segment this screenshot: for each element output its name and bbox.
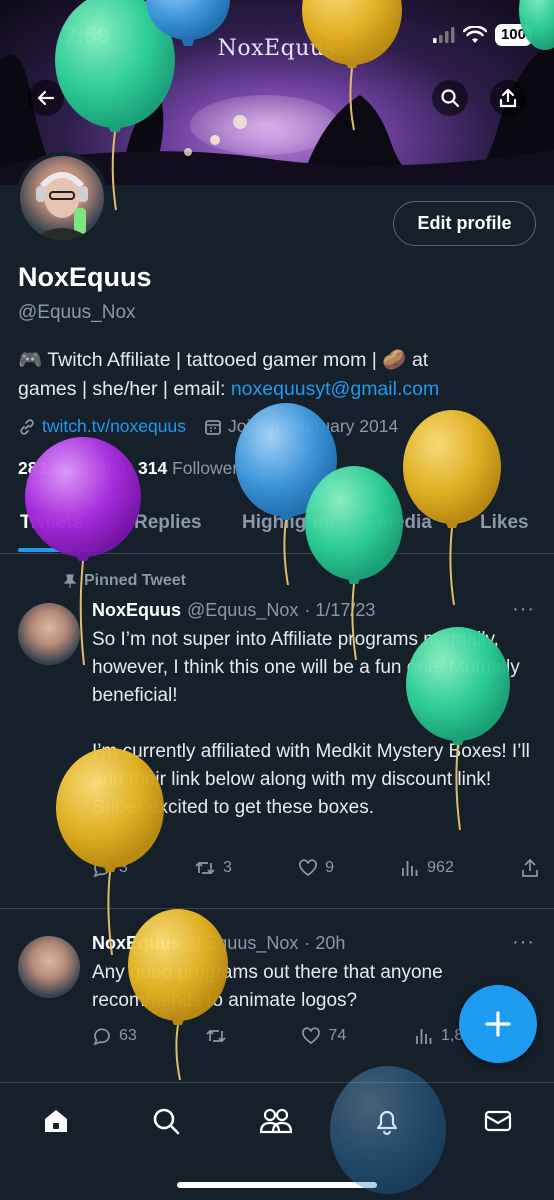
battery-indicator: 100 [494,24,532,46]
back-arrow-icon [37,90,55,106]
tweet-time: · 20h [304,933,346,953]
bio-line-2: games | she/her | email: noxequusyt@gmai… [18,375,538,404]
retweet-count: 3 [223,859,232,876]
nav-communities[interactable] [256,1101,296,1141]
bio-line-2-text: games | she/her | email: [18,378,231,400]
share-button[interactable] [490,80,526,116]
status-time: 7:59 [64,22,111,48]
search-icon [153,1108,180,1135]
tab-media[interactable]: Media [378,512,432,534]
website-link[interactable]: twitch.tv/noxequus [42,416,186,437]
search-button[interactable] [432,80,468,116]
share-icon [522,858,538,877]
pinned-text: Pinned Tweet [84,572,186,589]
tweet-author-handle: @Equus_Nox [187,933,299,953]
reply-button[interactable]: 63 [92,1026,137,1046]
link-icon [20,418,34,435]
heart-icon [302,1027,321,1045]
views-button[interactable]: 962 [400,858,454,878]
profile-handle: @Equus_Nox [18,302,136,323]
compose-tweet-button[interactable] [459,985,537,1063]
avatar-photo [32,172,92,240]
share-icon [499,88,517,108]
tweet-header: NoxEquus @Equus_Nox · 1/17/23 [92,600,375,621]
share-tweet-button[interactable] [520,858,540,878]
retweet-button[interactable] [205,1026,234,1046]
reply-icon [93,1028,110,1046]
edit-profile-button[interactable]: Edit profile [393,201,536,246]
pin-icon [63,574,77,588]
profile-tabs: Tweets Replies Highlights Media Likes [0,500,554,554]
bell-icon [376,1110,398,1136]
joined-date: Joined February 2014 [227,416,399,436]
following-label: Following [52,458,127,478]
retweet-button[interactable]: 3 [194,858,232,878]
status-icons: 100 [432,24,532,46]
tweet-header: NoxEquus @Equus_Nox · 20h [92,933,345,954]
heart-icon [299,859,317,877]
view-count: 962 [427,859,454,876]
display-name: NoxEquus [18,262,152,292]
mail-icon [484,1110,512,1132]
website-item[interactable]: twitch.tv/noxequus [18,416,186,437]
calendar-icon [205,419,221,435]
following-count: 282 [18,458,48,478]
pinned-label: Pinned Tweet [62,572,186,590]
tweet-actions: 3 3 9 962 [92,858,540,878]
followers-count: 314 [138,458,168,478]
bio-email-link[interactable]: noxequusyt@gmail.com [231,378,439,400]
following-stat[interactable]: 282 Following [18,458,126,479]
reply-icon [93,860,110,878]
tweet-author-name[interactable]: NoxEquus [92,933,181,954]
nav-notifications[interactable] [367,1101,407,1141]
search-icon [441,89,460,108]
tab-highlights[interactable]: Highlights [242,512,335,534]
followers-stat[interactable]: 314 Followers [138,458,247,479]
like-button[interactable]: 74 [301,1026,346,1046]
tweet-text: So I’m not super into Affiliate programs… [92,629,530,818]
profile-bio: 🎮 Twitch Affiliate | tattooed gamer mom … [18,346,538,404]
more-options-button[interactable]: ··· [512,931,535,954]
like-count: 74 [328,1027,347,1044]
nav-explore[interactable] [146,1101,186,1141]
plus-icon [485,1011,511,1037]
tweet-author-name[interactable]: NoxEquus [92,600,181,621]
signal-icon [432,27,455,43]
joined-item: Joined February 2014 [204,416,398,437]
wifi-icon [462,26,487,43]
like-button[interactable]: 9 [298,858,334,878]
tweet-avatar[interactable] [18,936,80,998]
follow-stats: 282 Following 314 Followers [18,458,247,479]
tab-likes[interactable]: Likes [480,512,529,534]
tweet-avatar[interactable] [18,603,80,665]
tab-replies[interactable]: Replies [134,512,202,534]
nav-home[interactable] [36,1101,76,1141]
tweet-author-handle: @Equus_Nox [187,600,299,620]
tweet-time: · 1/17/23 [304,600,376,620]
home-indicator [177,1182,377,1188]
profile-avatar[interactable] [16,152,108,244]
profile-meta: twitch.tv/noxequus Joined February 2014 [18,416,398,437]
reply-count: 3 [119,859,128,876]
back-button[interactable] [28,80,64,116]
communities-icon [259,1108,293,1134]
views-icon [416,1029,432,1044]
home-icon [45,1110,67,1132]
like-count: 9 [325,859,334,876]
views-icon [402,861,418,876]
nav-messages[interactable] [478,1101,518,1141]
followers-label: Followers [172,458,247,478]
active-tab-indicator [18,548,98,552]
retweet-icon [206,1029,226,1043]
bio-line-1: 🎮 Twitch Affiliate | tattooed gamer mom … [18,349,429,371]
tweet-divider [0,908,554,909]
more-options-button[interactable]: ··· [512,598,535,621]
reply-button[interactable]: 3 [92,858,128,878]
retweet-icon [195,861,215,875]
reply-count: 63 [119,1027,137,1044]
tab-tweets[interactable]: Tweets [20,512,83,534]
